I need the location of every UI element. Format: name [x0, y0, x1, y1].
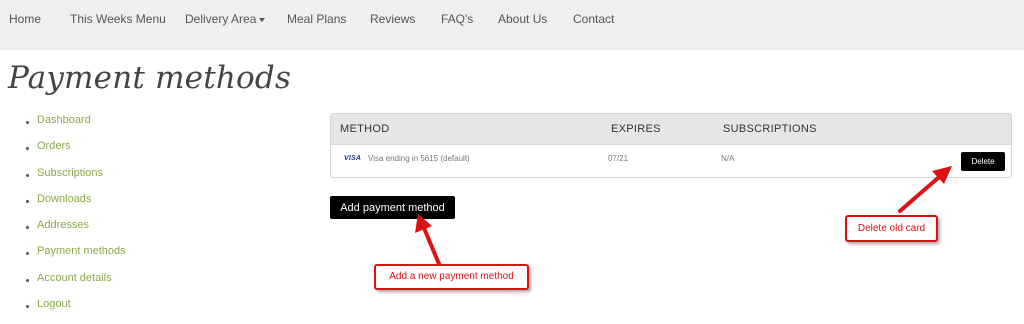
- delete-card-annotation: Delete old card: [845, 215, 938, 242]
- add-method-annotation: Add a new payment method: [374, 264, 529, 290]
- delete-arrow-icon: [898, 166, 952, 213]
- add-arrow-icon: [415, 214, 441, 266]
